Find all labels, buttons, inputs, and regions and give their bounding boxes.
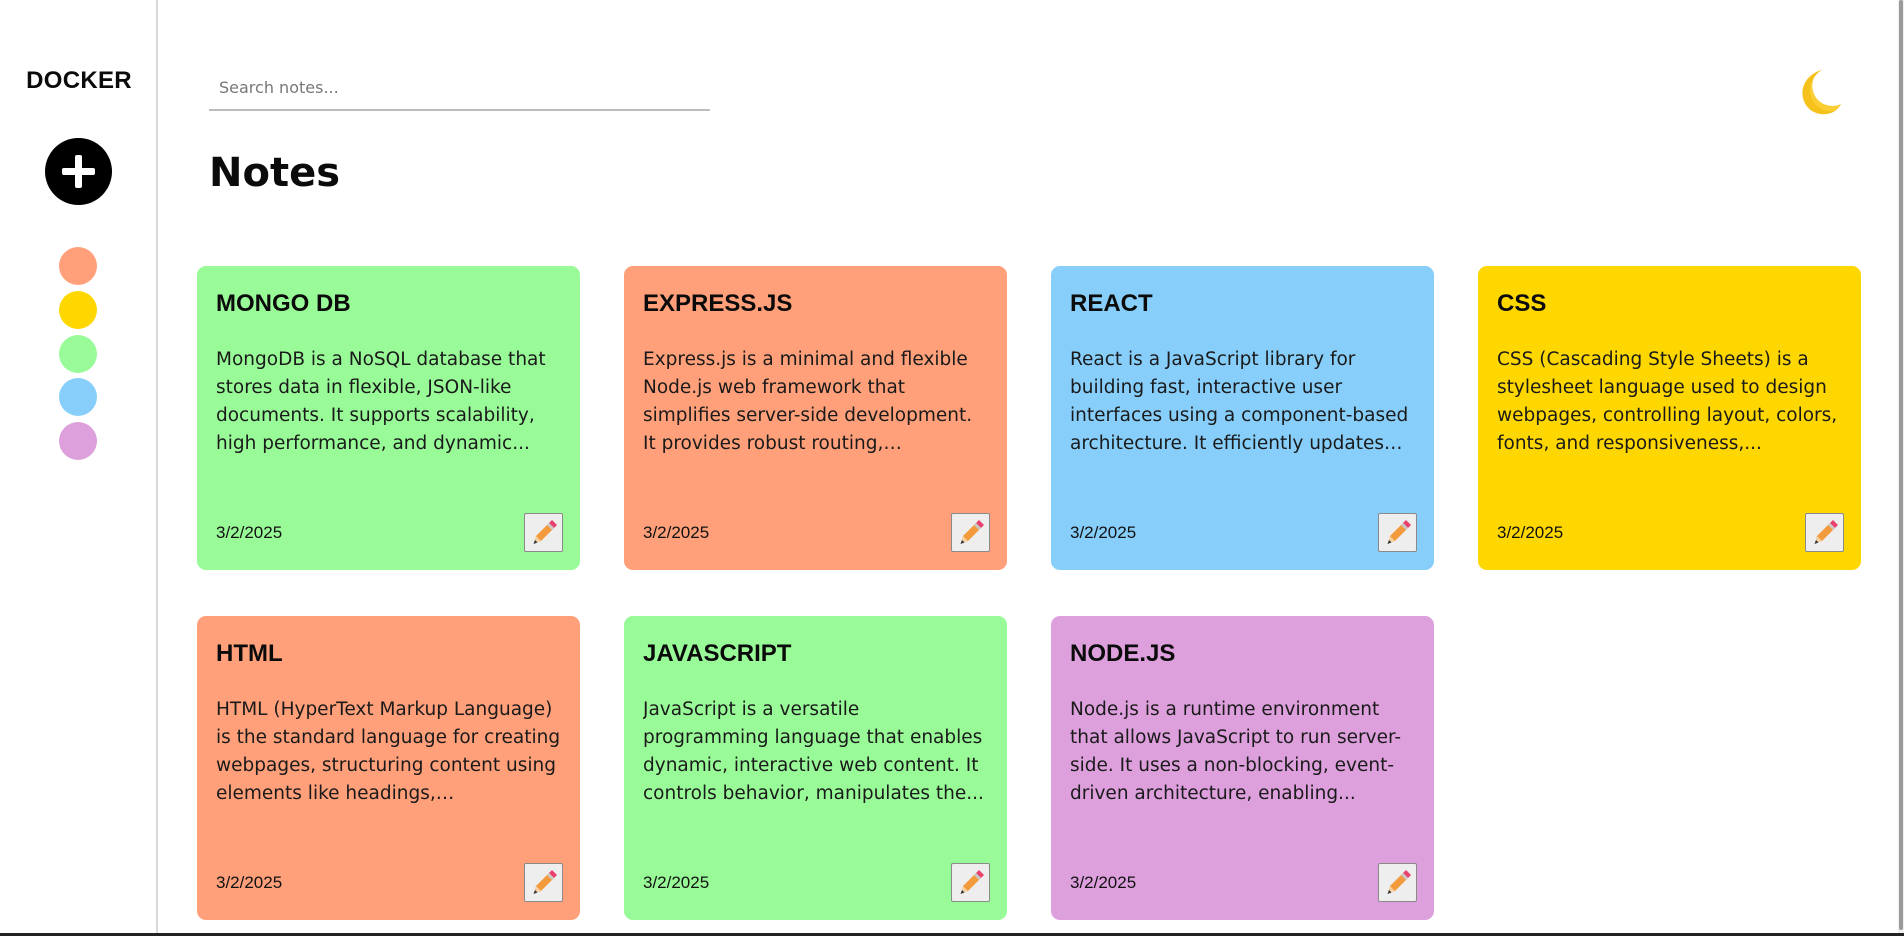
note-content: JavaScript is a versatile programming la… [643, 699, 984, 804]
pencil-icon [533, 870, 557, 894]
sidebar: DOCKER [0, 0, 158, 936]
note-title: NODE.JS [1070, 640, 1176, 667]
edit-note-button[interactable] [951, 863, 990, 902]
color-swatch-light-sky-blue[interactable] [59, 378, 97, 416]
search-input[interactable] [209, 66, 710, 109]
brand-logo-text: DOCKER [26, 67, 132, 94]
color-swatch-light-green[interactable] [59, 335, 97, 373]
pencil-icon [1814, 520, 1838, 544]
pencil-icon [1387, 870, 1411, 894]
note-card[interactable]: CSS CSS (Cascading Style Sheets) is a st… [1478, 266, 1861, 570]
note-title: JAVASCRIPT [643, 640, 792, 667]
note-content: Express.js is a minimal and flexible Nod… [643, 349, 973, 454]
note-card[interactable]: NODE.JS Node.js is a runtime environment… [1051, 616, 1434, 920]
search-bar [209, 66, 710, 111]
note-content: HTML (HyperText Markup Language) is the … [216, 699, 561, 804]
note-card[interactable]: JAVASCRIPT JavaScript is a versatile pro… [624, 616, 1007, 920]
note-date: 3/2/2025 [216, 873, 283, 892]
note-date: 3/2/2025 [1070, 873, 1137, 892]
note-title: MONGO DB [216, 290, 351, 317]
add-note-button[interactable] [45, 138, 112, 205]
note-date: 3/2/2025 [643, 523, 710, 542]
note-card[interactable]: MONGO DB MongoDB is a NoSQL database tha… [197, 266, 580, 570]
scrollbar-thumb[interactable] [1899, 0, 1903, 930]
edit-note-button[interactable] [1805, 513, 1844, 552]
note-card[interactable]: EXPRESS.JS Express.js is a minimal and f… [624, 266, 1007, 570]
note-date: 3/2/2025 [1070, 523, 1137, 542]
pencil-icon [960, 870, 984, 894]
note-date: 3/2/2025 [1497, 523, 1564, 542]
plus-icon-vertical [75, 155, 82, 188]
crescent-moon-icon [1802, 70, 1841, 115]
note-title: HTML [216, 640, 283, 667]
color-swatch-plum[interactable] [59, 422, 97, 460]
page-title: Notes [209, 150, 341, 196]
note-title: EXPRESS.JS [643, 290, 793, 317]
note-content: MongoDB is a NoSQL database that stores … [216, 349, 546, 454]
note-title: REACT [1070, 290, 1153, 317]
note-date: 3/2/2025 [643, 873, 710, 892]
edit-note-button[interactable] [524, 513, 563, 552]
color-swatch-salmon[interactable] [59, 247, 97, 285]
note-content: React is a JavaScript library for buildi… [1070, 349, 1409, 454]
pencil-icon [960, 520, 984, 544]
note-content: CSS (Cascading Style Sheets) is a styles… [1497, 349, 1838, 454]
note-card[interactable]: HTML HTML (HyperText Markup Language) is… [197, 616, 580, 920]
theme-toggle-button[interactable] [1788, 64, 1844, 120]
edit-note-button[interactable] [951, 513, 990, 552]
color-swatch-gold[interactable] [59, 291, 97, 329]
note-title: CSS [1497, 290, 1547, 317]
note-card[interactable]: REACT React is a JavaScript library for … [1051, 266, 1434, 570]
edit-note-button[interactable] [524, 863, 563, 902]
edit-note-button[interactable] [1378, 863, 1417, 902]
pencil-icon [533, 520, 557, 544]
note-date: 3/2/2025 [216, 523, 283, 542]
edit-note-button[interactable] [1378, 513, 1417, 552]
note-content: Node.js is a runtime environment that al… [1070, 699, 1402, 804]
pencil-icon [1387, 520, 1411, 544]
